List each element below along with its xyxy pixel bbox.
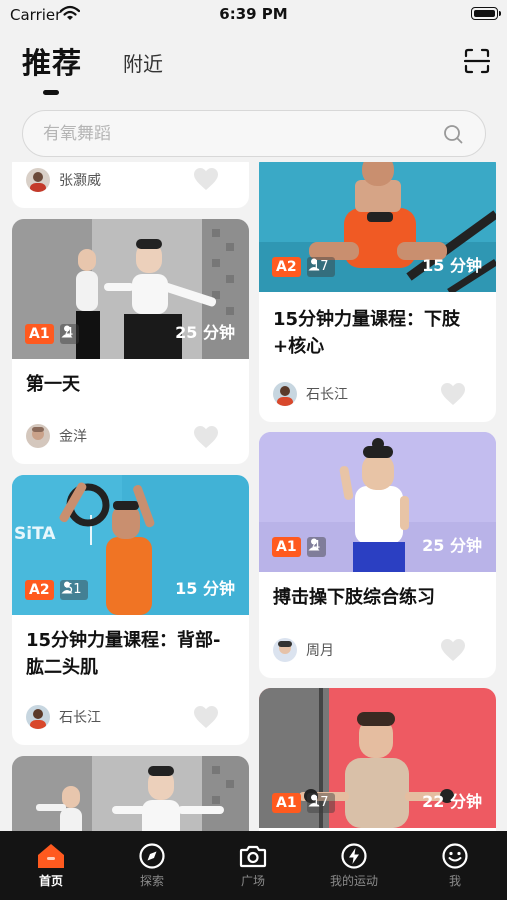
- course-card[interactable]: SiTA A2 51 15 分钟 15分钟力量课程：背部-肱二头肌 石长江: [12, 475, 249, 745]
- course-thumbnail: SiTA A2 51 15 分钟: [12, 475, 249, 615]
- level-badge: A1: [25, 324, 54, 344]
- thumb-brand-text: SiTA: [14, 524, 56, 544]
- search-input[interactable]: [43, 121, 423, 147]
- nav-item-square[interactable]: 广场: [213, 843, 293, 889]
- course-card[interactable]: A2 17 15 分钟 15分钟力量课程：下肢+核心 石长江: [259, 162, 496, 422]
- nav-label: 广场: [240, 874, 265, 888]
- avatar: [273, 382, 297, 406]
- avatar: [26, 705, 50, 729]
- avatar: [26, 424, 50, 448]
- course-card[interactable]: A1 4 25 分钟 第一天 金洋: [12, 219, 249, 464]
- level-badge: A1: [272, 537, 301, 557]
- person-icon: [61, 581, 73, 594]
- active-tab-indicator: [43, 90, 59, 95]
- author-name: 石长江: [306, 387, 348, 403]
- smiley-icon: [442, 843, 468, 869]
- nav-item-me[interactable]: 我: [415, 843, 495, 889]
- course-thumbnail: A1 4 25 分钟: [259, 432, 496, 572]
- home-icon: [38, 844, 64, 868]
- course-thumbnail: A2 17 15 分钟: [259, 162, 496, 292]
- level-badge: A2: [25, 580, 54, 600]
- person-icon: [308, 258, 320, 271]
- course-title: 搏击操下肢综合练习: [273, 587, 435, 608]
- person-icon: [61, 325, 73, 338]
- search-bar[interactable]: [22, 110, 486, 157]
- course-card[interactable]: 张灏威: [12, 162, 249, 208]
- card-author: 石长江: [273, 381, 348, 407]
- participant-count: 17: [307, 257, 335, 277]
- duration-label: 15 分钟: [175, 579, 235, 598]
- heart-icon[interactable]: [440, 382, 466, 406]
- level-badge: A2: [272, 257, 301, 277]
- tab-nearby[interactable]: 附近: [123, 48, 163, 77]
- clock: 6:39 PM: [219, 5, 288, 23]
- card-author: 金洋: [26, 423, 87, 449]
- level-badge: A1: [272, 793, 301, 813]
- nav-label: 我的运动: [329, 874, 378, 888]
- avatar: [26, 168, 50, 192]
- card-author: 张灏威: [26, 167, 101, 193]
- search-icon[interactable]: [443, 124, 463, 144]
- author-name: 周月: [306, 643, 334, 659]
- participant-count: 51: [60, 580, 88, 600]
- status-bar: Carrier 6:39 PM: [0, 0, 507, 30]
- duration-label: 22 分钟: [422, 792, 482, 811]
- heart-icon[interactable]: [193, 705, 219, 729]
- course-title: 15分钟力量课程：背部-肱二头肌: [26, 630, 221, 678]
- course-card[interactable]: A1 4 25 分钟 搏击操下肢综合练习 周月: [259, 432, 496, 678]
- tab-recommend[interactable]: 推荐: [22, 40, 82, 82]
- nav-label: 探索: [139, 874, 164, 888]
- author-name: 金洋: [59, 429, 87, 445]
- nav-label: 我: [448, 874, 461, 888]
- duration-label: 25 分钟: [175, 323, 235, 342]
- heart-icon[interactable]: [193, 425, 219, 449]
- course-card[interactable]: A1 17 22 分钟: [259, 688, 496, 832]
- nav-item-explore[interactable]: 探索: [112, 843, 192, 889]
- heart-icon[interactable]: [193, 167, 219, 191]
- compass-icon: [139, 843, 165, 869]
- duration-label: 15 分钟: [422, 256, 482, 275]
- avatar: [273, 638, 297, 662]
- author-name: 张灏威: [59, 173, 101, 189]
- bottom-nav: 首页 探索 广场 我的运动 我: [0, 831, 507, 900]
- course-title: 15分钟力量课程：下肢+核心: [273, 309, 461, 357]
- course-thumbnail: A1 17 22 分钟: [259, 688, 496, 828]
- participant-count: 4: [307, 537, 327, 557]
- card-author: 周月: [273, 637, 334, 663]
- course-thumbnail: [12, 756, 249, 832]
- participant-count: 4: [60, 324, 80, 344]
- card-author: 石长江: [26, 704, 101, 730]
- person-icon: [308, 794, 320, 807]
- battery-icon: [471, 7, 501, 20]
- course-title: 第一天: [26, 374, 80, 395]
- course-feed[interactable]: 张灏威 A2 17 15 分钟 15分钟力量课程：下肢+核心 石长江 A1 4 …: [0, 162, 507, 832]
- nav-item-home[interactable]: 首页: [11, 843, 91, 889]
- author-name: 石长江: [59, 710, 101, 726]
- course-thumbnail: A1 4 25 分钟: [12, 219, 249, 359]
- participant-count: 17: [307, 793, 335, 813]
- heart-icon[interactable]: [440, 638, 466, 662]
- nav-label: 首页: [38, 874, 63, 888]
- nav-item-my-sports[interactable]: 我的运动: [314, 843, 394, 889]
- course-card[interactable]: [12, 756, 249, 832]
- lightning-icon: [341, 843, 367, 869]
- person-icon: [308, 538, 320, 551]
- scan-icon[interactable]: [464, 48, 490, 74]
- duration-label: 25 分钟: [422, 536, 482, 555]
- camera-icon: [239, 845, 267, 868]
